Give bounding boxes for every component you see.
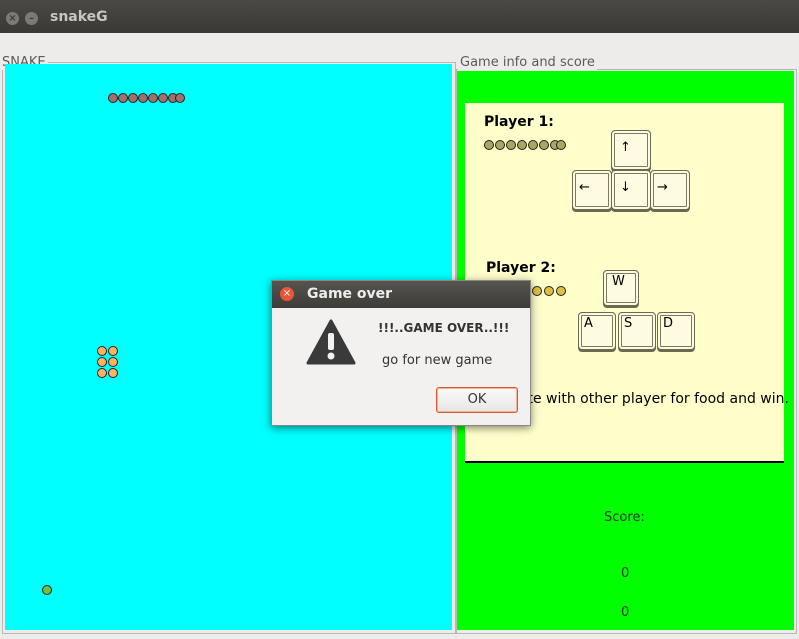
player1-snake-sample <box>539 140 549 150</box>
key-down-arrow: ↓ <box>611 170 651 210</box>
player2-label: Player 2: <box>486 260 556 276</box>
player2-snake-sample <box>544 286 554 296</box>
player1-snake-sample <box>528 140 538 150</box>
close-icon[interactable]: × <box>280 287 294 301</box>
score-label: Score: <box>604 510 645 525</box>
snake1-segment <box>148 93 158 103</box>
snake2-segment <box>97 346 107 356</box>
dialog-titlebar: × Game over <box>272 281 530 308</box>
snake1-segment <box>175 93 185 103</box>
close-icon[interactable]: × <box>6 12 19 25</box>
player1-score: 0 <box>621 566 630 581</box>
key-d: D <box>657 312 695 350</box>
window-titlebar: × – snakeG <box>0 0 799 34</box>
dialog-heading: !!!..GAME OVER..!!! <box>378 321 510 335</box>
player1-snake-sample <box>556 140 566 150</box>
player1-label: Player 1: <box>484 114 554 130</box>
key-right-arrow: → <box>650 170 690 210</box>
arrow-right-icon: → <box>657 180 668 195</box>
key-w: W <box>603 270 639 306</box>
snake1-segment <box>108 93 118 103</box>
player1-snake-sample <box>484 140 494 150</box>
dialog-title: Game over <box>307 286 393 302</box>
player1-snake-sample <box>517 140 527 150</box>
game-over-dialog: × Game over !!!..GAME OVER..!!! go for n… <box>271 280 531 426</box>
info-panel-label: Game info and score <box>458 55 597 70</box>
food-item <box>42 585 52 595</box>
key-up-arrow: ↑ <box>611 130 651 170</box>
snake1-segment <box>118 93 128 103</box>
window-title: snakeG <box>50 9 108 25</box>
key-s: S <box>618 312 656 350</box>
snake2-segment <box>108 357 118 367</box>
minimize-icon[interactable]: – <box>25 12 38 25</box>
player2-snake-sample <box>532 286 542 296</box>
key-a: A <box>578 312 616 350</box>
player2-snake-sample <box>556 286 566 296</box>
snake2-segment <box>108 368 118 378</box>
snake2-segment <box>108 346 118 356</box>
arrow-down-icon: ↓ <box>620 180 631 195</box>
snake1-segment <box>158 93 168 103</box>
player1-snake-sample <box>506 140 516 150</box>
warning-icon <box>306 319 356 365</box>
player1-snake-sample <box>495 140 505 150</box>
key-left-arrow: ← <box>572 170 612 210</box>
arrow-left-icon: ← <box>579 180 590 195</box>
arrow-up-icon: ↑ <box>620 140 631 155</box>
snake1-segment <box>128 93 138 103</box>
player2-score: 0 <box>621 605 630 620</box>
dialog-message: go for new game <box>382 353 493 368</box>
snake1-segment <box>138 93 148 103</box>
ok-button[interactable]: OK <box>436 387 518 413</box>
snake2-segment <box>97 368 107 378</box>
snake2-segment <box>97 357 107 367</box>
